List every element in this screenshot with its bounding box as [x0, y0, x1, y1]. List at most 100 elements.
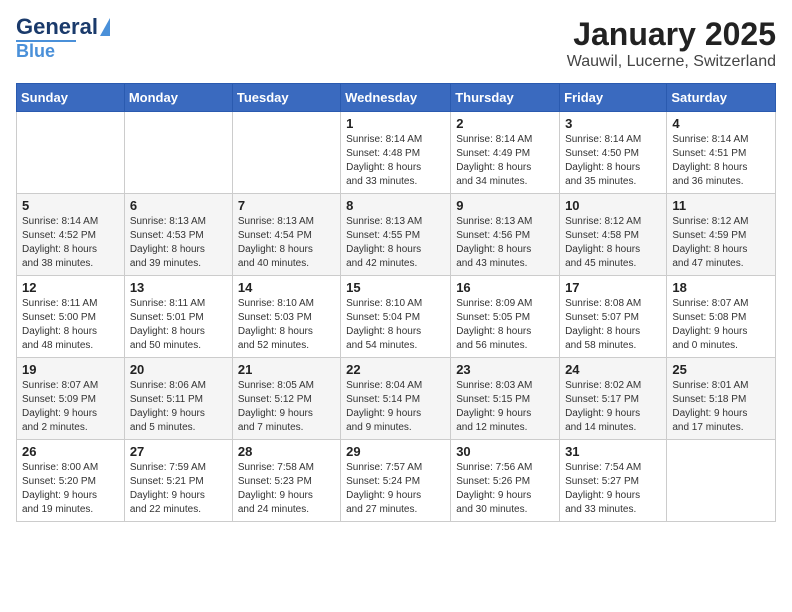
day-number: 7	[238, 198, 335, 213]
weekday-header-sunday: Sunday	[17, 84, 125, 112]
weekday-header-saturday: Saturday	[667, 84, 776, 112]
calendar-cell: 17 Sunrise: 8:08 AM Sunset: 5:07 PM Dayli…	[560, 276, 667, 358]
day-number: 13	[130, 280, 227, 295]
day-number: 1	[346, 116, 445, 131]
calendar-cell	[124, 112, 232, 194]
day-number: 25	[672, 362, 770, 377]
day-info: Sunrise: 8:13 AM Sunset: 4:53 PM Dayligh…	[130, 215, 227, 271]
day-number: 31	[565, 444, 661, 459]
day-info: Sunrise: 8:02 AM Sunset: 5:17 PM Dayligh…	[565, 379, 661, 435]
calendar-cell: 15Sunrise: 8:10 AM Sunset: 5:04 PM Dayli…	[341, 276, 451, 358]
calendar-cell: 25 Sunrise: 8:01 AM Sunset: 5:18 PM Dayli…	[667, 358, 776, 440]
day-info: Sunrise: 8:11 AM Sunset: 5:01 PM Dayligh…	[130, 297, 227, 353]
calendar-cell: 20 Sunrise: 8:06 AM Sunset: 5:11 PM Dayli…	[124, 358, 232, 440]
logo-triangle-icon	[100, 18, 110, 36]
calendar-cell: 8 Sunrise: 8:13 AM Sunset: 4:55 PM Daylig…	[341, 194, 451, 276]
day-number: 6	[130, 198, 227, 213]
day-info: Sunrise: 8:10 AM Sunset: 5:04 PM Dayligh…	[346, 297, 445, 353]
calendar-cell: 13 Sunrise: 8:11 AM Sunset: 5:01 PM Dayli…	[124, 276, 232, 358]
calendar-cell: 31 Sunrise: 7:54 AM Sunset: 5:27 PM Dayli…	[560, 440, 667, 522]
calendar-cell	[232, 112, 340, 194]
day-info: Sunrise: 8:09 AM Sunset: 5:05 PM Dayligh…	[456, 297, 554, 353]
day-number: 14	[238, 280, 335, 295]
day-number: 8	[346, 198, 445, 213]
weekday-header-thursday: Thursday	[451, 84, 560, 112]
day-info: Sunrise: 8:11 AM Sunset: 5:00 PM Dayligh…	[22, 297, 119, 353]
day-number: 24	[565, 362, 661, 377]
day-number: 17	[565, 280, 661, 295]
calendar-cell: 21Sunrise: 8:05 AM Sunset: 5:12 PM Dayli…	[232, 358, 340, 440]
day-info: Sunrise: 8:14 AM Sunset: 4:49 PM Dayligh…	[456, 133, 554, 189]
day-info: Sunrise: 7:59 AM Sunset: 5:21 PM Dayligh…	[130, 461, 227, 517]
calendar-week-3: 12 Sunrise: 8:11 AM Sunset: 5:00 PM Dayli…	[17, 276, 776, 358]
calendar-cell: 28Sunrise: 7:58 AM Sunset: 5:23 PM Dayli…	[232, 440, 340, 522]
day-info: Sunrise: 8:14 AM Sunset: 4:52 PM Dayligh…	[22, 215, 119, 271]
calendar-cell: 26Sunrise: 8:00 AM Sunset: 5:20 PM Dayli…	[17, 440, 125, 522]
day-info: Sunrise: 7:56 AM Sunset: 5:26 PM Dayligh…	[456, 461, 554, 517]
weekday-header-friday: Friday	[560, 84, 667, 112]
day-info: Sunrise: 8:08 AM Sunset: 5:07 PM Dayligh…	[565, 297, 661, 353]
day-number: 20	[130, 362, 227, 377]
calendar-cell: 12 Sunrise: 8:11 AM Sunset: 5:00 PM Dayli…	[17, 276, 125, 358]
calendar-cell: 30 Sunrise: 7:56 AM Sunset: 5:26 PM Dayli…	[451, 440, 560, 522]
day-number: 2	[456, 116, 554, 131]
day-info: Sunrise: 8:06 AM Sunset: 5:11 PM Dayligh…	[130, 379, 227, 435]
day-number: 16	[456, 280, 554, 295]
day-number: 18	[672, 280, 770, 295]
day-number: 9	[456, 198, 554, 213]
day-number: 12	[22, 280, 119, 295]
calendar-cell: 9 Sunrise: 8:13 AM Sunset: 4:56 PM Daylig…	[451, 194, 560, 276]
calendar-week-4: 19 Sunrise: 8:07 AM Sunset: 5:09 PM Dayli…	[17, 358, 776, 440]
day-info: Sunrise: 8:00 AM Sunset: 5:20 PM Dayligh…	[22, 461, 119, 517]
day-number: 22	[346, 362, 445, 377]
logo-text-general: General	[16, 16, 98, 38]
calendar-cell: 29 Sunrise: 7:57 AM Sunset: 5:24 PM Dayli…	[341, 440, 451, 522]
day-info: Sunrise: 8:04 AM Sunset: 5:14 PM Dayligh…	[346, 379, 445, 435]
day-info: Sunrise: 8:13 AM Sunset: 4:55 PM Dayligh…	[346, 215, 445, 271]
page-title: January 2025	[567, 16, 776, 53]
day-number: 11	[672, 198, 770, 213]
calendar-cell: 10 Sunrise: 8:12 AM Sunset: 4:58 PM Dayli…	[560, 194, 667, 276]
day-info: Sunrise: 8:01 AM Sunset: 5:18 PM Dayligh…	[672, 379, 770, 435]
calendar-cell	[667, 440, 776, 522]
calendar-cell: 5 Sunrise: 8:14 AM Sunset: 4:52 PM Daylig…	[17, 194, 125, 276]
weekday-header-tuesday: Tuesday	[232, 84, 340, 112]
calendar-cell: 24 Sunrise: 8:02 AM Sunset: 5:17 PM Dayli…	[560, 358, 667, 440]
weekday-header-wednesday: Wednesday	[341, 84, 451, 112]
calendar-cell: 6 Sunrise: 8:13 AM Sunset: 4:53 PM Daylig…	[124, 194, 232, 276]
calendar-cell: 18 Sunrise: 8:07 AM Sunset: 5:08 PM Dayli…	[667, 276, 776, 358]
weekday-header-monday: Monday	[124, 84, 232, 112]
calendar-week-1: 1Sunrise: 8:14 AM Sunset: 4:48 PM Daylig…	[17, 112, 776, 194]
calendar-cell	[17, 112, 125, 194]
day-info: Sunrise: 7:54 AM Sunset: 5:27 PM Dayligh…	[565, 461, 661, 517]
calendar-cell: 11 Sunrise: 8:12 AM Sunset: 4:59 PM Dayli…	[667, 194, 776, 276]
day-number: 3	[565, 116, 661, 131]
calendar-cell: 4Sunrise: 8:14 AM Sunset: 4:51 PM Daylig…	[667, 112, 776, 194]
calendar-cell: 27Sunrise: 7:59 AM Sunset: 5:21 PM Dayli…	[124, 440, 232, 522]
day-info: Sunrise: 8:05 AM Sunset: 5:12 PM Dayligh…	[238, 379, 335, 435]
day-info: Sunrise: 8:12 AM Sunset: 4:58 PM Dayligh…	[565, 215, 661, 271]
day-info: Sunrise: 8:13 AM Sunset: 4:56 PM Dayligh…	[456, 215, 554, 271]
day-info: Sunrise: 8:07 AM Sunset: 5:08 PM Dayligh…	[672, 297, 770, 353]
calendar-header-row: SundayMondayTuesdayWednesdayThursdayFrid…	[17, 84, 776, 112]
day-number: 5	[22, 198, 119, 213]
calendar-cell: 23Sunrise: 8:03 AM Sunset: 5:15 PM Dayli…	[451, 358, 560, 440]
day-info: Sunrise: 8:12 AM Sunset: 4:59 PM Dayligh…	[672, 215, 770, 271]
page-subtitle: Wauwil, Lucerne, Switzerland	[567, 53, 776, 71]
logo: General Blue	[16, 16, 110, 60]
title-block: January 2025 Wauwil, Lucerne, Switzerlan…	[567, 16, 776, 71]
day-number: 4	[672, 116, 770, 131]
day-number: 30	[456, 444, 554, 459]
calendar-table: SundayMondayTuesdayWednesdayThursdayFrid…	[16, 83, 776, 522]
day-info: Sunrise: 7:57 AM Sunset: 5:24 PM Dayligh…	[346, 461, 445, 517]
day-info: Sunrise: 8:10 AM Sunset: 5:03 PM Dayligh…	[238, 297, 335, 353]
day-number: 29	[346, 444, 445, 459]
calendar-week-2: 5 Sunrise: 8:14 AM Sunset: 4:52 PM Daylig…	[17, 194, 776, 276]
day-number: 19	[22, 362, 119, 377]
day-number: 10	[565, 198, 661, 213]
calendar-cell: 2 Sunrise: 8:14 AM Sunset: 4:49 PM Daylig…	[451, 112, 560, 194]
day-number: 23	[456, 362, 554, 377]
day-info: Sunrise: 8:14 AM Sunset: 4:50 PM Dayligh…	[565, 133, 661, 189]
day-info: Sunrise: 8:07 AM Sunset: 5:09 PM Dayligh…	[22, 379, 119, 435]
calendar-cell: 14 Sunrise: 8:10 AM Sunset: 5:03 PM Dayli…	[232, 276, 340, 358]
